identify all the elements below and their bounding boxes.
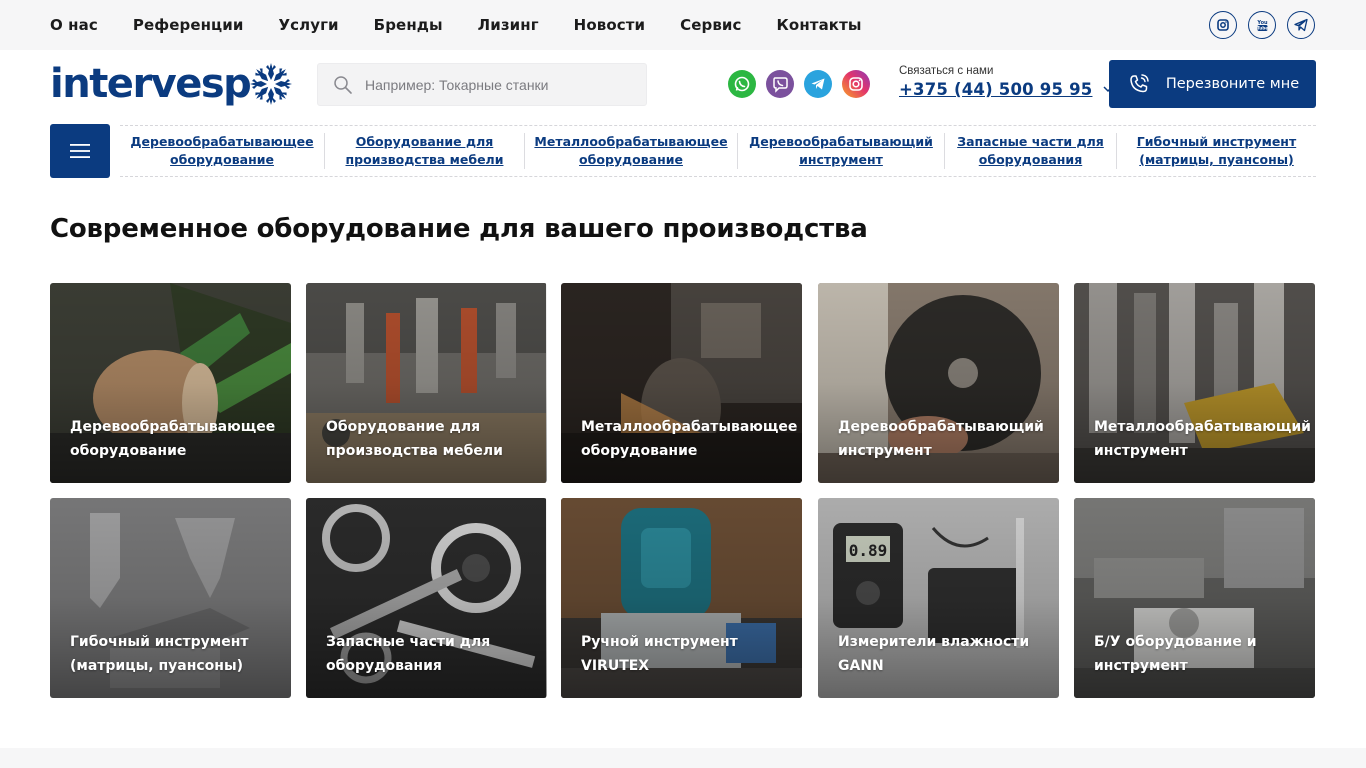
category-card[interactable]: Гибочный инструмент (матрицы, пуансоны) bbox=[50, 498, 291, 698]
phone-link[interactable]: +375 (44) 500 95 95 bbox=[899, 80, 1092, 99]
card-label: Деревообрабатывающее оборудование bbox=[70, 419, 276, 459]
cat-metalworking-equipment[interactable]: Металлообрабатывающее оборудование bbox=[525, 133, 738, 169]
top-bar: О нас Референции Услуги Бренды Лизинг Но… bbox=[0, 0, 1366, 50]
cat-spare-parts[interactable]: Запасные части для оборудования bbox=[945, 133, 1117, 169]
top-nav-news[interactable]: Новости bbox=[574, 16, 645, 34]
top-nav-references[interactable]: Референции bbox=[133, 16, 244, 34]
card-label: Ручной инструмент VIRUTEX bbox=[581, 634, 738, 674]
category-card[interactable]: Б/У оборудование и инструмент bbox=[1074, 498, 1315, 698]
category-nav: Деревообрабатывающее оборудование Оборуд… bbox=[120, 125, 1316, 177]
top-nav-about[interactable]: О нас bbox=[50, 16, 98, 34]
telegram-icon[interactable] bbox=[1287, 11, 1315, 39]
cat-woodworking-equipment[interactable]: Деревообрабатывающее оборудование bbox=[120, 133, 325, 169]
card-label: Деревообрабатывающий инструмент bbox=[838, 419, 1044, 459]
cat-furniture-equipment[interactable]: Оборудование для производства мебели bbox=[325, 133, 525, 169]
category-card[interactable]: Металлообрабатывающий инструмент bbox=[1074, 283, 1315, 483]
card-label: Измерители влажности GANN bbox=[838, 634, 1030, 674]
search-box bbox=[317, 63, 647, 106]
card-label: Металлообрабатывающий инструмент bbox=[1094, 419, 1311, 459]
hamburger-menu-icon bbox=[70, 144, 90, 158]
cat-woodworking-tools[interactable]: Деревообрабатывающий инструмент bbox=[738, 133, 945, 169]
top-nav-service[interactable]: Сервис bbox=[680, 16, 741, 34]
footer-strip bbox=[0, 748, 1366, 768]
top-nav-services[interactable]: Услуги bbox=[279, 16, 339, 34]
svg-text:Tube: Tube bbox=[1256, 25, 1267, 30]
instagram-icon[interactable] bbox=[1209, 11, 1237, 39]
category-card[interactable]: 0.89 Измерители влажности GANN bbox=[818, 498, 1059, 698]
messenger-links bbox=[728, 70, 870, 98]
contact-block: Связаться с нами +375 (44) 500 95 95 bbox=[899, 65, 1113, 100]
search-input[interactable] bbox=[365, 64, 635, 105]
catalog-menu-button[interactable] bbox=[50, 124, 110, 178]
top-nav-leasing[interactable]: Лизинг bbox=[478, 16, 539, 34]
category-card[interactable]: Деревообрабатывающее оборудование bbox=[50, 283, 291, 483]
telegram-icon[interactable] bbox=[804, 70, 832, 98]
top-nav: О нас Референции Услуги Бренды Лизинг Но… bbox=[50, 0, 862, 50]
card-label: Запасные части для оборудования bbox=[326, 634, 491, 674]
category-card[interactable]: Металлообрабатывающее оборудование bbox=[561, 283, 802, 483]
card-label: Металлообрабатывающее оборудование bbox=[581, 419, 798, 459]
category-card[interactable]: Запасные части для оборудования bbox=[306, 498, 547, 698]
category-card[interactable]: Ручной инструмент VIRUTEX bbox=[561, 498, 802, 698]
callback-button[interactable]: Перезвоните мне bbox=[1109, 60, 1316, 108]
top-nav-brands[interactable]: Бренды bbox=[374, 16, 443, 34]
contact-label: Связаться с нами bbox=[899, 65, 994, 77]
top-nav-contacts[interactable]: Контакты bbox=[777, 16, 862, 34]
youtube-icon[interactable]: You Tube bbox=[1248, 11, 1276, 39]
card-label: Оборудование для производства мебели bbox=[326, 419, 503, 459]
page-title: Современное оборудование для вашего прои… bbox=[50, 214, 868, 244]
cat-bending-tools[interactable]: Гибочный инструмент (матрицы, пуансоны) bbox=[1117, 133, 1316, 169]
whatsapp-icon[interactable] bbox=[728, 70, 756, 98]
social-links: You Tube bbox=[1209, 11, 1315, 39]
callback-label: Перезвоните мне bbox=[1165, 76, 1300, 92]
logo-text: intervesp bbox=[50, 61, 252, 107]
card-label: Б/У оборудование и инструмент bbox=[1094, 634, 1257, 674]
snowflake-logo-icon bbox=[250, 63, 292, 105]
category-card[interactable]: Оборудование для производства мебели bbox=[306, 283, 547, 483]
viber-icon[interactable] bbox=[766, 70, 794, 98]
logo[interactable]: intervesp bbox=[50, 61, 294, 107]
instagram-icon[interactable] bbox=[842, 70, 870, 98]
search-icon[interactable] bbox=[333, 75, 353, 95]
category-card[interactable]: Деревообрабатывающий инструмент bbox=[818, 283, 1059, 483]
card-label: Гибочный инструмент (матрицы, пуансоны) bbox=[70, 634, 249, 674]
phone-hand-icon bbox=[1130, 74, 1149, 93]
